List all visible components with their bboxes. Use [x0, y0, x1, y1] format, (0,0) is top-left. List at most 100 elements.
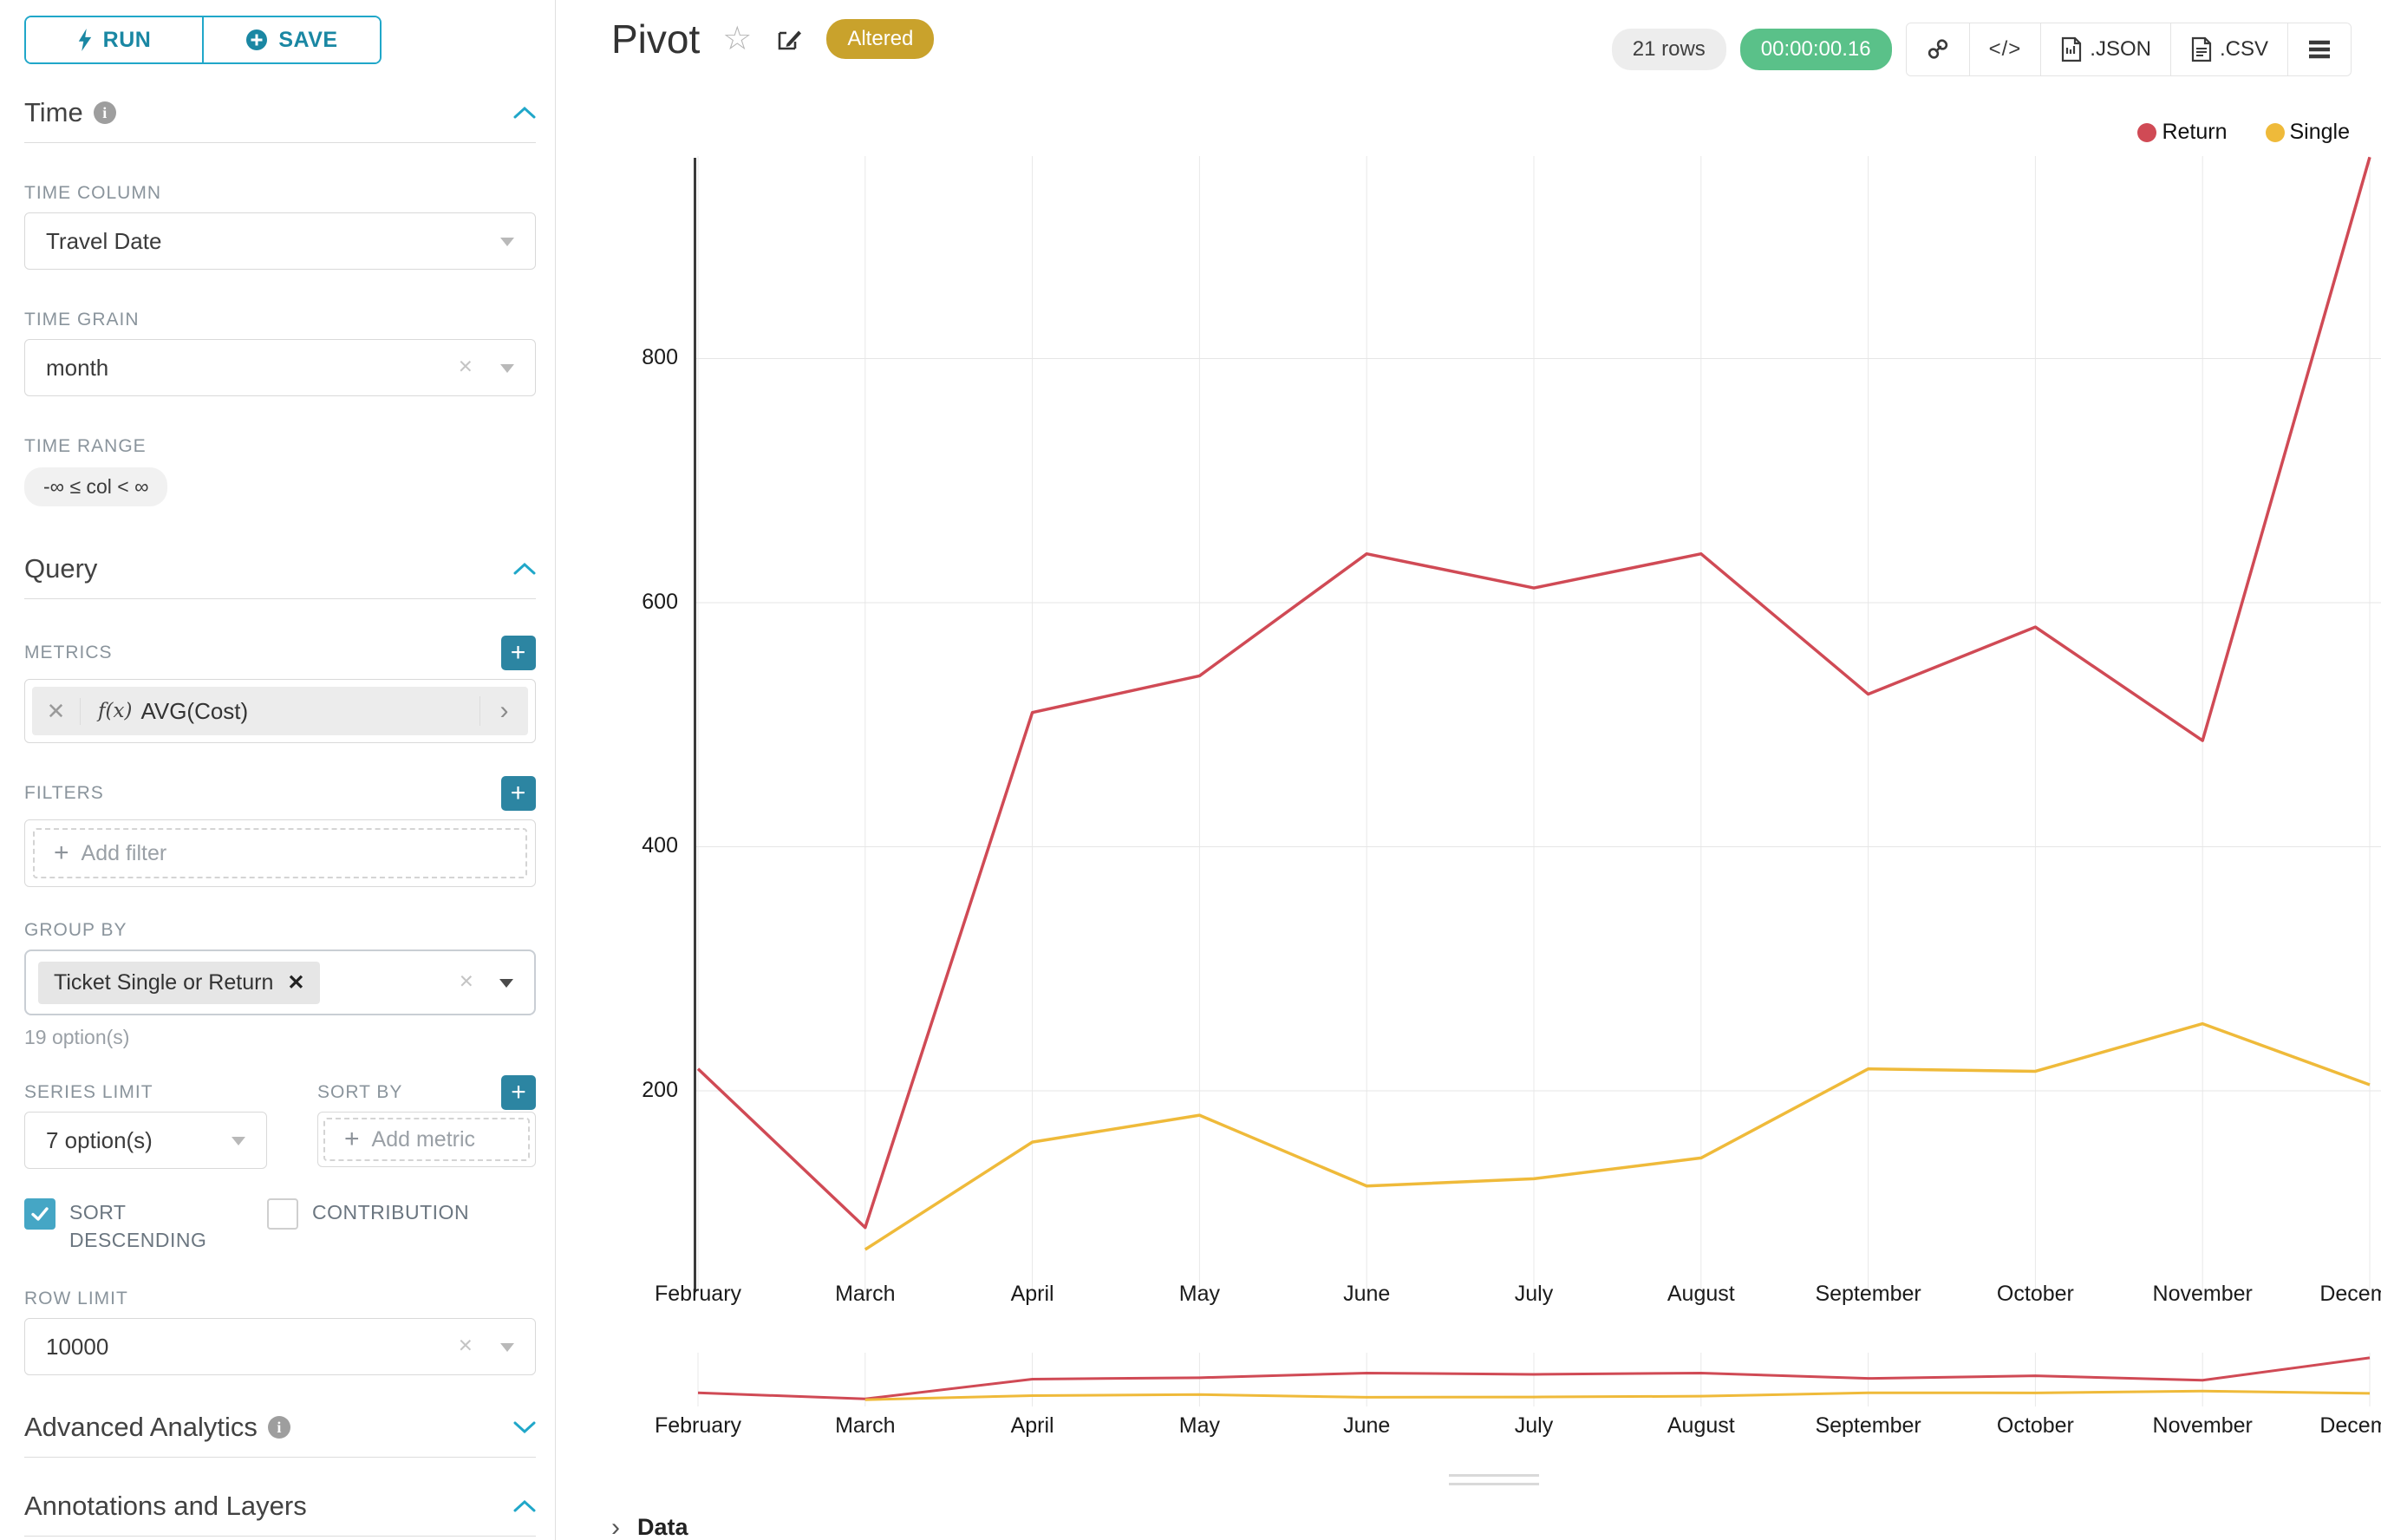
context-brush-chart[interactable] [694, 1353, 2381, 1406]
legend-label: Single [2290, 120, 2351, 145]
add-sort-metric-button[interactable]: + [501, 1075, 536, 1110]
control-sidebar: RUN SAVE Time i TIME COLUMN Travel Date [0, 0, 556, 1540]
chart-title: Pivot [611, 16, 700, 62]
checkbox-checked-icon[interactable] [24, 1198, 55, 1230]
share-link-button[interactable] [1907, 23, 1969, 75]
view-query-button[interactable]: </> [1969, 23, 2041, 75]
main-chart[interactable] [694, 156, 2381, 1292]
x-axis-label: September [1815, 1413, 1921, 1439]
chevron-up-icon[interactable] [513, 562, 536, 576]
export-toolbar: </> .JSON .CSV [1906, 23, 2352, 76]
add-sort-metric-dropzone[interactable]: + Add metric [323, 1118, 530, 1161]
legend-dot [2266, 123, 2285, 142]
query-section-header[interactable]: Query [24, 553, 536, 584]
time-column-value: Travel Date [46, 228, 161, 255]
fx-icon: f(x) [98, 700, 132, 722]
x-axis-label: April [1011, 1282, 1054, 1307]
chevron-right-icon[interactable]: › [479, 696, 528, 726]
chart-menu-button[interactable] [2287, 23, 2351, 75]
run-save-group: RUN SAVE [24, 16, 382, 64]
altered-badge[interactable]: Altered [826, 19, 934, 59]
link-icon [1926, 37, 1950, 62]
legend-dot [2137, 123, 2156, 142]
favorite-star-icon[interactable]: ☆ [722, 23, 752, 55]
section-divider [24, 1536, 536, 1537]
chart-panel: Pivot ☆ Altered 21 rows 00:00:00.16 [556, 0, 2381, 1540]
group-by-chip[interactable]: Ticket Single or Return ✕ [38, 962, 320, 1004]
time-column-select[interactable]: Travel Date [24, 212, 536, 270]
caret-down-icon [499, 979, 513, 988]
legend-item-return[interactable]: Return [2137, 120, 2227, 145]
brush-series-line-single [865, 1391, 2370, 1400]
resize-handle[interactable] [1449, 1474, 1539, 1491]
csv-file-icon [2190, 36, 2213, 62]
checkbox-unchecked-icon[interactable] [267, 1198, 298, 1230]
edit-pencil-icon[interactable] [774, 24, 804, 54]
x-axis-label: November [2153, 1413, 2253, 1439]
clear-icon[interactable]: × [460, 968, 473, 995]
chevron-up-icon[interactable] [513, 1499, 536, 1513]
hamburger-menu-icon [2307, 40, 2332, 59]
metric-pill[interactable]: ✕ f(x) AVG(Cost) › [32, 687, 528, 735]
series-line-single [865, 1024, 2370, 1250]
x-axis-label: March [835, 1413, 895, 1439]
x-axis-label: February [655, 1413, 741, 1439]
export-csv-button[interactable]: .CSV [2170, 23, 2287, 75]
save-button-label: SAVE [278, 28, 337, 53]
remove-metric-icon[interactable]: ✕ [32, 698, 81, 725]
metrics-label: METRICS [24, 643, 113, 663]
info-icon: i [94, 101, 116, 124]
contribution-checkbox[interactable]: CONTRIBUTION [267, 1198, 469, 1254]
metric-value: AVG(Cost) [140, 698, 479, 725]
section-divider [24, 1457, 536, 1458]
time-range-label: TIME RANGE [24, 436, 536, 457]
clear-icon[interactable]: × [459, 1332, 473, 1360]
time-range-pill[interactable]: -∞ ≤ col < ∞ [24, 467, 167, 506]
legend-label: Return [2162, 120, 2227, 145]
info-icon: i [268, 1416, 290, 1439]
row-limit-select[interactable]: 10000 × [24, 1318, 536, 1375]
data-expander[interactable]: › Data [611, 1514, 688, 1540]
chevron-right-icon: › [611, 1515, 620, 1540]
remove-chip-icon[interactable]: ✕ [287, 970, 304, 995]
plus-circle-icon [245, 29, 268, 51]
metrics-box: ✕ f(x) AVG(Cost) › [24, 679, 536, 743]
group-by-select[interactable]: Ticket Single or Return ✕ × [24, 949, 536, 1015]
row-limit-value: 10000 [46, 1334, 108, 1361]
time-section-header[interactable]: Time i [24, 97, 536, 128]
time-grain-label: TIME GRAIN [24, 310, 536, 330]
x-axis-label: February [655, 1282, 741, 1307]
x-axis-label: August [1667, 1282, 1735, 1307]
x-axis-label: November [2153, 1282, 2253, 1307]
series-limit-select[interactable]: 7 option(s) [24, 1112, 267, 1169]
plus-icon: + [54, 839, 69, 868]
x-axis-label: December [2319, 1413, 2381, 1439]
clear-icon[interactable]: × [459, 353, 473, 381]
row-limit-label: ROW LIMIT [24, 1289, 536, 1309]
y-axis-tick: 200 [583, 1078, 678, 1103]
chevron-down-icon[interactable] [513, 1420, 536, 1434]
sort-descending-checkbox[interactable]: SORT DESCENDING [24, 1198, 267, 1254]
save-button[interactable]: SAVE [202, 17, 380, 62]
chart-legend: Return Single [2137, 120, 2350, 145]
options-hint: 19 option(s) [24, 1026, 536, 1049]
advanced-analytics-title: Advanced Analytics [24, 1412, 258, 1443]
add-filter-dropzone[interactable]: + Add filter [33, 828, 527, 878]
chevron-up-icon[interactable] [513, 106, 536, 120]
export-json-label: .JSON [2090, 37, 2151, 62]
time-grain-select[interactable]: month × [24, 339, 536, 396]
add-filter-button[interactable]: + [501, 776, 536, 811]
add-metric-button[interactable]: + [501, 636, 536, 670]
x-axis-label: March [835, 1282, 895, 1307]
export-json-button[interactable]: .JSON [2040, 23, 2170, 75]
annotations-header[interactable]: Annotations and Layers [24, 1491, 536, 1522]
run-button[interactable]: RUN [26, 17, 202, 62]
advanced-analytics-header[interactable]: Advanced Analytics i [24, 1412, 536, 1443]
add-metric-label: Add metric [372, 1127, 475, 1152]
legend-item-single[interactable]: Single [2266, 120, 2351, 145]
sort-by-box: + Add metric [317, 1112, 536, 1167]
filters-box: + Add filter [24, 819, 536, 887]
caret-down-icon [500, 238, 514, 246]
series-limit-label: SERIES LIMIT [24, 1082, 267, 1103]
x-axis-label: July [1515, 1282, 1553, 1307]
